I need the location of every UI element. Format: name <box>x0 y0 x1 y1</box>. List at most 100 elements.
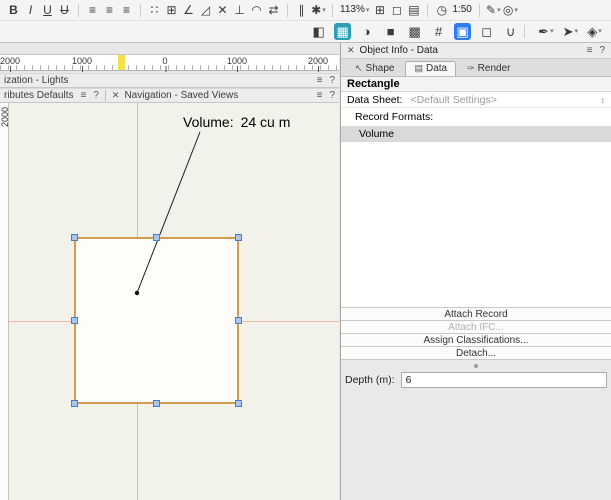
pointer-tool-icon[interactable]: ➤▾ <box>562 23 579 40</box>
fit-page-icon[interactable]: ◻ <box>388 2 405 19</box>
toolbar-separator <box>524 25 525 38</box>
fill-style-icon[interactable]: ■ <box>382 23 399 40</box>
ruler-label: 1000 <box>227 56 247 66</box>
worksheet-icon[interactable]: ▦ <box>334 23 351 40</box>
pen-style-icon[interactable]: ✒▾ <box>537 23 554 40</box>
bold-icon[interactable]: B <box>5 2 22 19</box>
toolbar-separator <box>78 4 79 17</box>
eyedropper-icon[interactable]: ◎▾ <box>502 2 519 19</box>
snap-intersection-icon[interactable]: ✕ <box>214 2 231 19</box>
palette-title: Navigation - Saved Views <box>124 90 238 101</box>
clock-icon[interactable]: ◷ <box>433 2 450 19</box>
selection-handle[interactable] <box>235 400 242 407</box>
object-info-header[interactable]: ✕ Object Info - Data ≡ ? <box>341 43 611 59</box>
layer-scale-label[interactable]: 1:50 <box>450 2 473 19</box>
record-volume[interactable]: Volume <box>341 126 611 142</box>
align-center-icon[interactable]: ≡ <box>101 2 118 19</box>
snap-distribute-icon[interactable]: ⇄ <box>265 2 282 19</box>
help-icon[interactable]: ? <box>329 75 335 86</box>
caret-down-icon: ▾ <box>514 7 518 14</box>
toolbar-row-2: ◧ ▦ ◑ ■ ▩ # ▣ ◻ ∪ <box>0 21 611 42</box>
vertical-ruler: 2000 <box>0 103 9 500</box>
resize-handle-icon[interactable] <box>474 364 478 368</box>
horizontal-ruler: 2000 1000 0 1000 2000 <box>0 54 339 71</box>
fit-objects-icon[interactable]: ⊞ <box>371 2 388 19</box>
tab-render[interactable]: ✑ Render <box>458 61 519 76</box>
drawing-canvas[interactable]: Volume:24 cu m 2000 <box>0 103 339 500</box>
bucket-tool-icon[interactable]: ◈▾ <box>586 23 603 40</box>
pause-snapping-icon[interactable]: ∥ <box>293 2 310 19</box>
selection-handle[interactable] <box>71 400 78 407</box>
help-icon[interactable]: ? <box>599 45 605 56</box>
working-plane-icon[interactable]: ▣ <box>454 23 471 40</box>
align-right-icon[interactable]: ≡ <box>118 2 135 19</box>
selection-handle[interactable] <box>235 234 242 241</box>
attach-record-button[interactable]: Attach Record <box>341 308 611 321</box>
toolbar-separator <box>140 4 141 17</box>
depth-field[interactable]: 6 <box>401 372 607 388</box>
close-icon[interactable]: ✕ <box>347 45 355 56</box>
help-icon[interactable]: ? <box>329 90 335 101</box>
snapping-group: ∷ ⊞ ∠ ◿ ✕ ⊥ ◠ ⇄ <box>146 2 282 19</box>
selection-handle[interactable] <box>71 317 78 324</box>
snap-points-icon[interactable]: ∷ <box>146 2 163 19</box>
menu-icon[interactable]: ≡ <box>317 90 323 101</box>
ruler-label: 1000 <box>72 56 92 66</box>
tab-data[interactable]: ▤ Data <box>405 61 456 76</box>
grid-icon[interactable]: # <box>430 23 447 40</box>
render-mode-icon[interactable]: ◑ <box>358 23 375 40</box>
snap-perpendicular-icon[interactable]: ⊥ <box>231 2 248 19</box>
data-sheet-label: Data Sheet: <box>347 94 402 106</box>
view-cube-icon[interactable]: ◻ <box>478 23 495 40</box>
palette-bar-lights[interactable]: ization - Lights ≡ ? <box>0 73 339 88</box>
viewport-icon[interactable]: ◧ <box>310 23 327 40</box>
snap-edge-icon[interactable]: ◿ <box>197 2 214 19</box>
ruler-labels: 2000 1000 0 1000 2000 <box>0 55 339 70</box>
tab-icon: ↖ <box>355 63 363 74</box>
tab-shape[interactable]: ↖ Shape <box>346 61 403 76</box>
selection-handle[interactable] <box>71 234 78 241</box>
tab-icon: ▤ <box>414 63 423 74</box>
object-type-label: Rectangle <box>341 77 611 92</box>
help-icon[interactable]: ? <box>93 90 99 101</box>
underline-icon[interactable]: U <box>39 2 56 19</box>
toolbar-separator <box>332 4 333 17</box>
toolbar-separator <box>427 4 428 17</box>
snap-angle-icon[interactable]: ∠ <box>180 2 197 19</box>
zoom-level-control[interactable]: 113%▾ <box>338 2 371 19</box>
record-formats-label: Record Formats: <box>341 108 611 126</box>
volume-annotation[interactable]: Volume:24 cu m <box>183 114 290 130</box>
selection-handle[interactable] <box>153 400 160 407</box>
rectangle-object[interactable] <box>74 237 239 404</box>
palette-title: ization - Lights <box>4 75 68 86</box>
italic-icon[interactable]: I <box>22 2 39 19</box>
align-left-icon[interactable]: ≡ <box>84 2 101 19</box>
hatch-style-icon[interactable]: ▩ <box>406 23 423 40</box>
detach-button[interactable]: Detach... <box>341 347 611 360</box>
palette-title: ributes Defaults <box>4 90 73 101</box>
magnet-icon[interactable]: ∪ <box>502 23 519 40</box>
depth-row: Depth (m): 6 <box>341 372 611 388</box>
snap-settings-icon[interactable]: ✱▾ <box>310 2 327 19</box>
palette-bar-separator <box>105 90 106 101</box>
selection-handle[interactable] <box>153 234 160 241</box>
close-icon[interactable]: ✕ <box>112 90 120 101</box>
strikethrough-icon[interactable]: U <box>56 2 73 19</box>
palette-bar-navigation[interactable]: ributes Defaults ≡ ? ✕ Navigation - Save… <box>0 88 339 103</box>
stepper-icon[interactable]: ↕ <box>601 95 606 105</box>
assign-classifications-button[interactable]: Assign Classifications... <box>341 334 611 347</box>
volume-value: 24 cu m <box>241 114 291 130</box>
snap-to-grid-icon[interactable]: ⊞ <box>163 2 180 19</box>
selection-handle[interactable] <box>235 317 242 324</box>
pen-tool-icon[interactable]: ✎▾ <box>485 2 502 19</box>
data-sheet-row: Data Sheet: <Default Settings> ↕ <box>341 92 611 108</box>
layer-options-icon[interactable]: ▤ <box>405 2 422 19</box>
attach-ifc-button[interactable]: Attach IFC... <box>341 321 611 334</box>
tab-label: Shape <box>366 63 395 74</box>
menu-icon[interactable]: ≡ <box>317 75 323 86</box>
menu-icon[interactable]: ≡ <box>80 90 86 101</box>
caret-down-icon: ▾ <box>550 28 554 35</box>
snap-tangent-icon[interactable]: ◠ <box>248 2 265 19</box>
data-sheet-dropdown[interactable]: <Default Settings> <box>410 94 496 106</box>
menu-icon[interactable]: ≡ <box>587 45 593 56</box>
